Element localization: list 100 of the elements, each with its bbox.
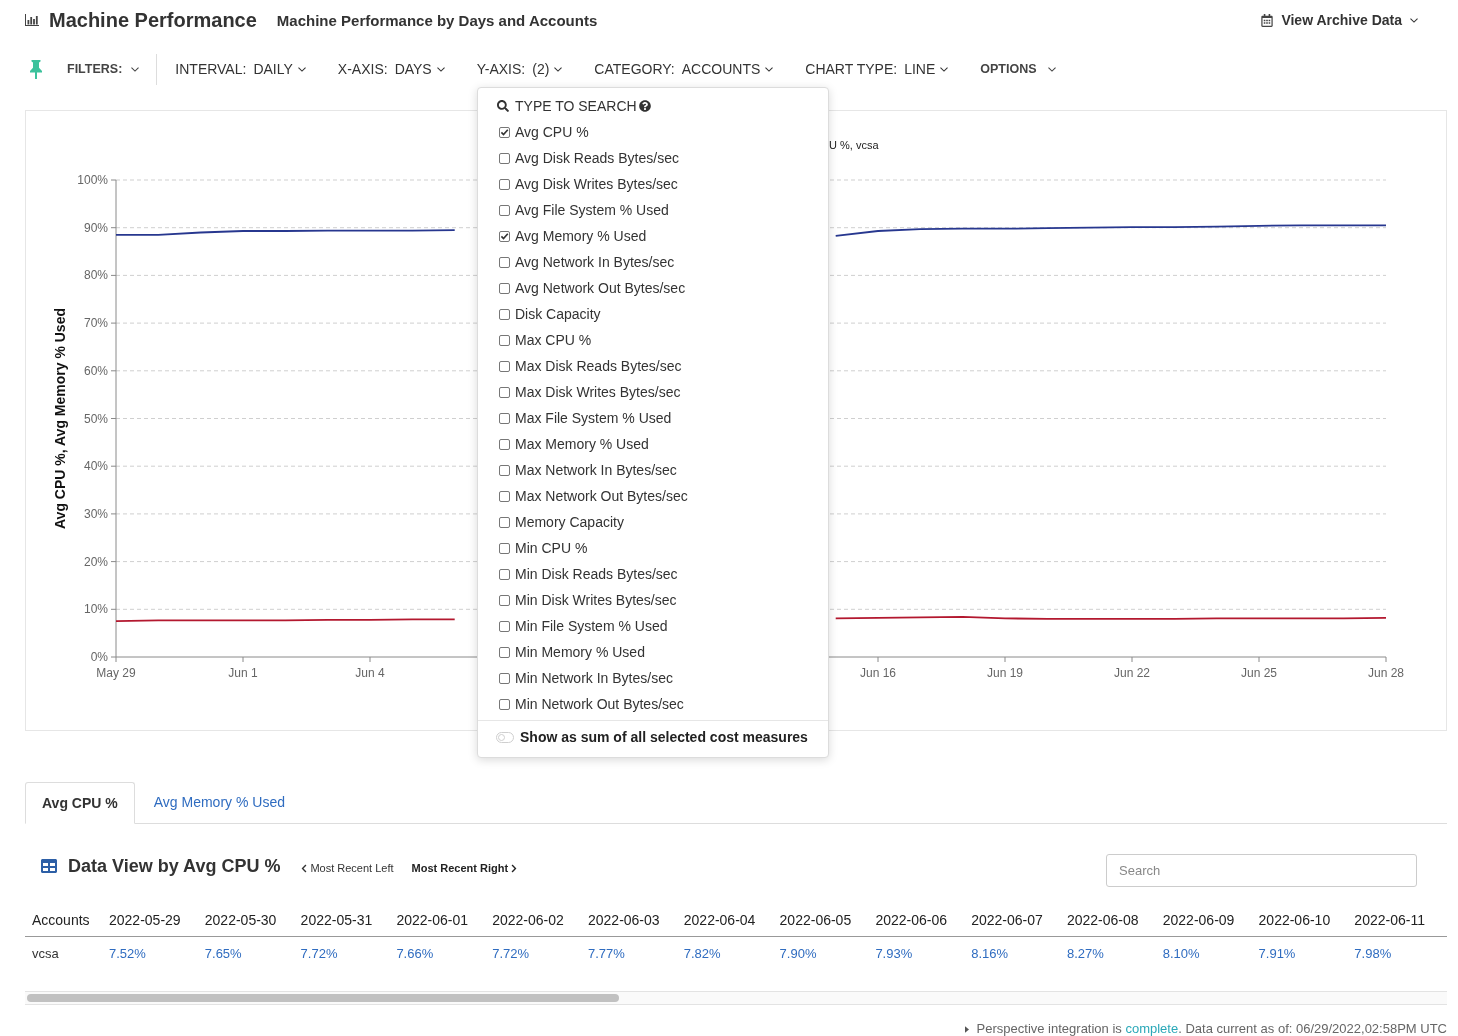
view-archive-button[interactable]: View Archive Data xyxy=(1261,9,1418,31)
measure-option[interactable]: Avg Disk Reads Bytes/sec xyxy=(499,145,679,171)
checkbox[interactable] xyxy=(499,412,510,424)
chevron-down-icon xyxy=(436,66,445,72)
chevron-left-icon xyxy=(301,863,308,873)
tab[interactable]: Avg Memory % Used xyxy=(134,782,304,823)
tab[interactable]: Avg CPU % xyxy=(25,782,135,824)
measure-option[interactable]: Disk Capacity xyxy=(499,301,601,327)
checkbox[interactable] xyxy=(499,334,510,346)
measure-option[interactable]: Max Disk Reads Bytes/sec xyxy=(499,353,682,379)
value-link[interactable]: 8.10% xyxy=(1162,946,1200,961)
checkbox[interactable] xyxy=(499,438,510,450)
measure-option[interactable]: Max File System % Used xyxy=(499,405,672,431)
checkbox[interactable] xyxy=(499,516,510,528)
measure-option[interactable]: Avg Disk Writes Bytes/sec xyxy=(499,171,678,197)
value-link[interactable]: 7.98% xyxy=(1354,946,1392,961)
column-header: 2022-06-10 xyxy=(1258,912,1331,928)
checkbox[interactable] xyxy=(499,360,510,372)
value-link[interactable]: 8.27% xyxy=(1066,946,1104,961)
value-link[interactable]: 7.65% xyxy=(204,946,242,961)
status-text: Perspective integration is complete. Data current as of: 06/29/2022,02:58PM UTC xyxy=(976,1020,1447,1036)
checkbox[interactable] xyxy=(499,230,510,242)
filter-dropdown[interactable]: X-AXIS: DAYS xyxy=(337,58,445,80)
checkbox[interactable] xyxy=(499,256,510,268)
measure-option[interactable]: Max Memory % Used xyxy=(499,431,649,457)
value-link[interactable]: 7.72% xyxy=(492,946,530,961)
checkbox[interactable] xyxy=(499,672,510,684)
value-link[interactable]: 8.16% xyxy=(971,946,1009,961)
value-link[interactable]: 7.52% xyxy=(109,946,146,961)
checkbox[interactable] xyxy=(499,542,510,554)
options-dropdown[interactable]: OPTIONS xyxy=(980,59,1056,79)
checkbox[interactable] xyxy=(499,308,510,320)
checkbox[interactable] xyxy=(499,386,510,398)
checkbox[interactable] xyxy=(499,646,510,658)
value-link[interactable]: 7.77% xyxy=(588,946,625,961)
x-tick-label: Jun 1 xyxy=(228,666,258,680)
measure-option[interactable]: Min File System % Used xyxy=(499,613,668,639)
checkbox[interactable] xyxy=(499,204,510,216)
checkbox[interactable] xyxy=(499,152,510,164)
value-link[interactable]: 7.66% xyxy=(396,946,434,961)
chevron-down-icon xyxy=(1047,66,1056,72)
checkbox[interactable] xyxy=(499,126,510,138)
measure-option[interactable]: Max Disk Writes Bytes/sec xyxy=(499,379,681,405)
checkbox[interactable] xyxy=(499,282,510,294)
measure-option[interactable]: Avg Memory % Used xyxy=(499,223,647,249)
value-link[interactable]: 7.72% xyxy=(300,946,338,961)
page-subtitle: Machine Performance by Days and Accounts xyxy=(276,12,598,28)
column-header: 2022-05-31 xyxy=(300,912,373,928)
filters-dropdown[interactable]: FILTERS: xyxy=(67,59,140,79)
y-tick-label: 0% xyxy=(90,650,108,664)
measure-option[interactable]: Memory Capacity xyxy=(499,509,624,535)
y-tick-label: 70% xyxy=(83,316,108,331)
search-input[interactable]: TYPE TO SEARCH xyxy=(515,98,639,114)
scrollbar-thumb[interactable] xyxy=(27,994,619,1002)
value-link[interactable]: 7.91% xyxy=(1258,946,1296,961)
data-view-title: Data View by Avg CPU % xyxy=(68,854,281,878)
filter-dropdown[interactable]: CHART TYPE: LINE xyxy=(805,58,949,80)
measure-option[interactable]: Min Network In Bytes/sec xyxy=(499,665,673,691)
measure-option[interactable]: Avg Network In Bytes/sec xyxy=(499,249,675,275)
search-field[interactable]: Search xyxy=(1106,854,1417,887)
value-link[interactable]: 7.82% xyxy=(683,946,721,961)
search-icon xyxy=(497,100,509,112)
filter-dropdown[interactable]: INTERVAL: DAILY xyxy=(175,58,306,80)
measure-option[interactable]: Avg Network Out Bytes/sec xyxy=(499,275,686,301)
y-tick-label: 50% xyxy=(83,411,108,426)
measure-option[interactable]: Min Disk Writes Bytes/sec xyxy=(499,587,677,613)
filter-dropdown[interactable]: Y-AXIS: (2) xyxy=(476,58,563,80)
order-option[interactable]: Most Recent Left xyxy=(301,859,394,877)
order-option[interactable]: Most Recent Right xyxy=(411,859,518,877)
measure-option[interactable]: Max CPU % xyxy=(499,327,592,353)
measure-option[interactable]: Min Disk Reads Bytes/sec xyxy=(499,561,678,587)
measure-option[interactable]: Avg File System % Used xyxy=(499,197,669,223)
checkbox[interactable] xyxy=(499,568,510,580)
checkbox[interactable] xyxy=(499,464,510,476)
horizontal-scrollbar[interactable] xyxy=(25,991,1447,1005)
filter-dropdown[interactable]: CATEGORY: ACCOUNTS xyxy=(594,58,774,80)
column-header: Accounts xyxy=(32,912,90,928)
checkbox[interactable] xyxy=(499,594,510,606)
measure-option[interactable]: Avg CPU % xyxy=(499,119,589,145)
toggle-switch[interactable] xyxy=(496,731,514,743)
chevron-down-icon xyxy=(297,66,306,72)
value-link[interactable]: 7.93% xyxy=(875,946,913,961)
column-header: 2022-06-03 xyxy=(588,912,660,928)
column-header: 2022-06-11 xyxy=(1354,912,1425,928)
measure-option[interactable]: Max Network Out Bytes/sec xyxy=(499,483,688,509)
measure-option[interactable]: Min Memory % Used xyxy=(499,639,645,665)
checkbox[interactable] xyxy=(499,490,510,502)
measure-option[interactable]: Min CPU % xyxy=(499,535,588,561)
legend-label: U %, vcsa xyxy=(829,139,879,151)
checkbox[interactable] xyxy=(499,620,510,632)
value-link[interactable]: 7.90% xyxy=(779,946,817,961)
column-header: 2022-05-30 xyxy=(204,912,277,928)
chevron-down-icon xyxy=(765,66,774,72)
y-tick-label: 20% xyxy=(83,554,108,569)
checkbox[interactable] xyxy=(499,178,510,190)
measure-option[interactable]: Min Network Out Bytes/sec xyxy=(499,691,684,717)
checkbox[interactable] xyxy=(499,698,510,710)
measure-option[interactable]: Max Network In Bytes/sec xyxy=(499,457,677,483)
x-tick-label: Jun 16 xyxy=(860,666,896,680)
column-header: 2022-06-04 xyxy=(683,912,756,928)
